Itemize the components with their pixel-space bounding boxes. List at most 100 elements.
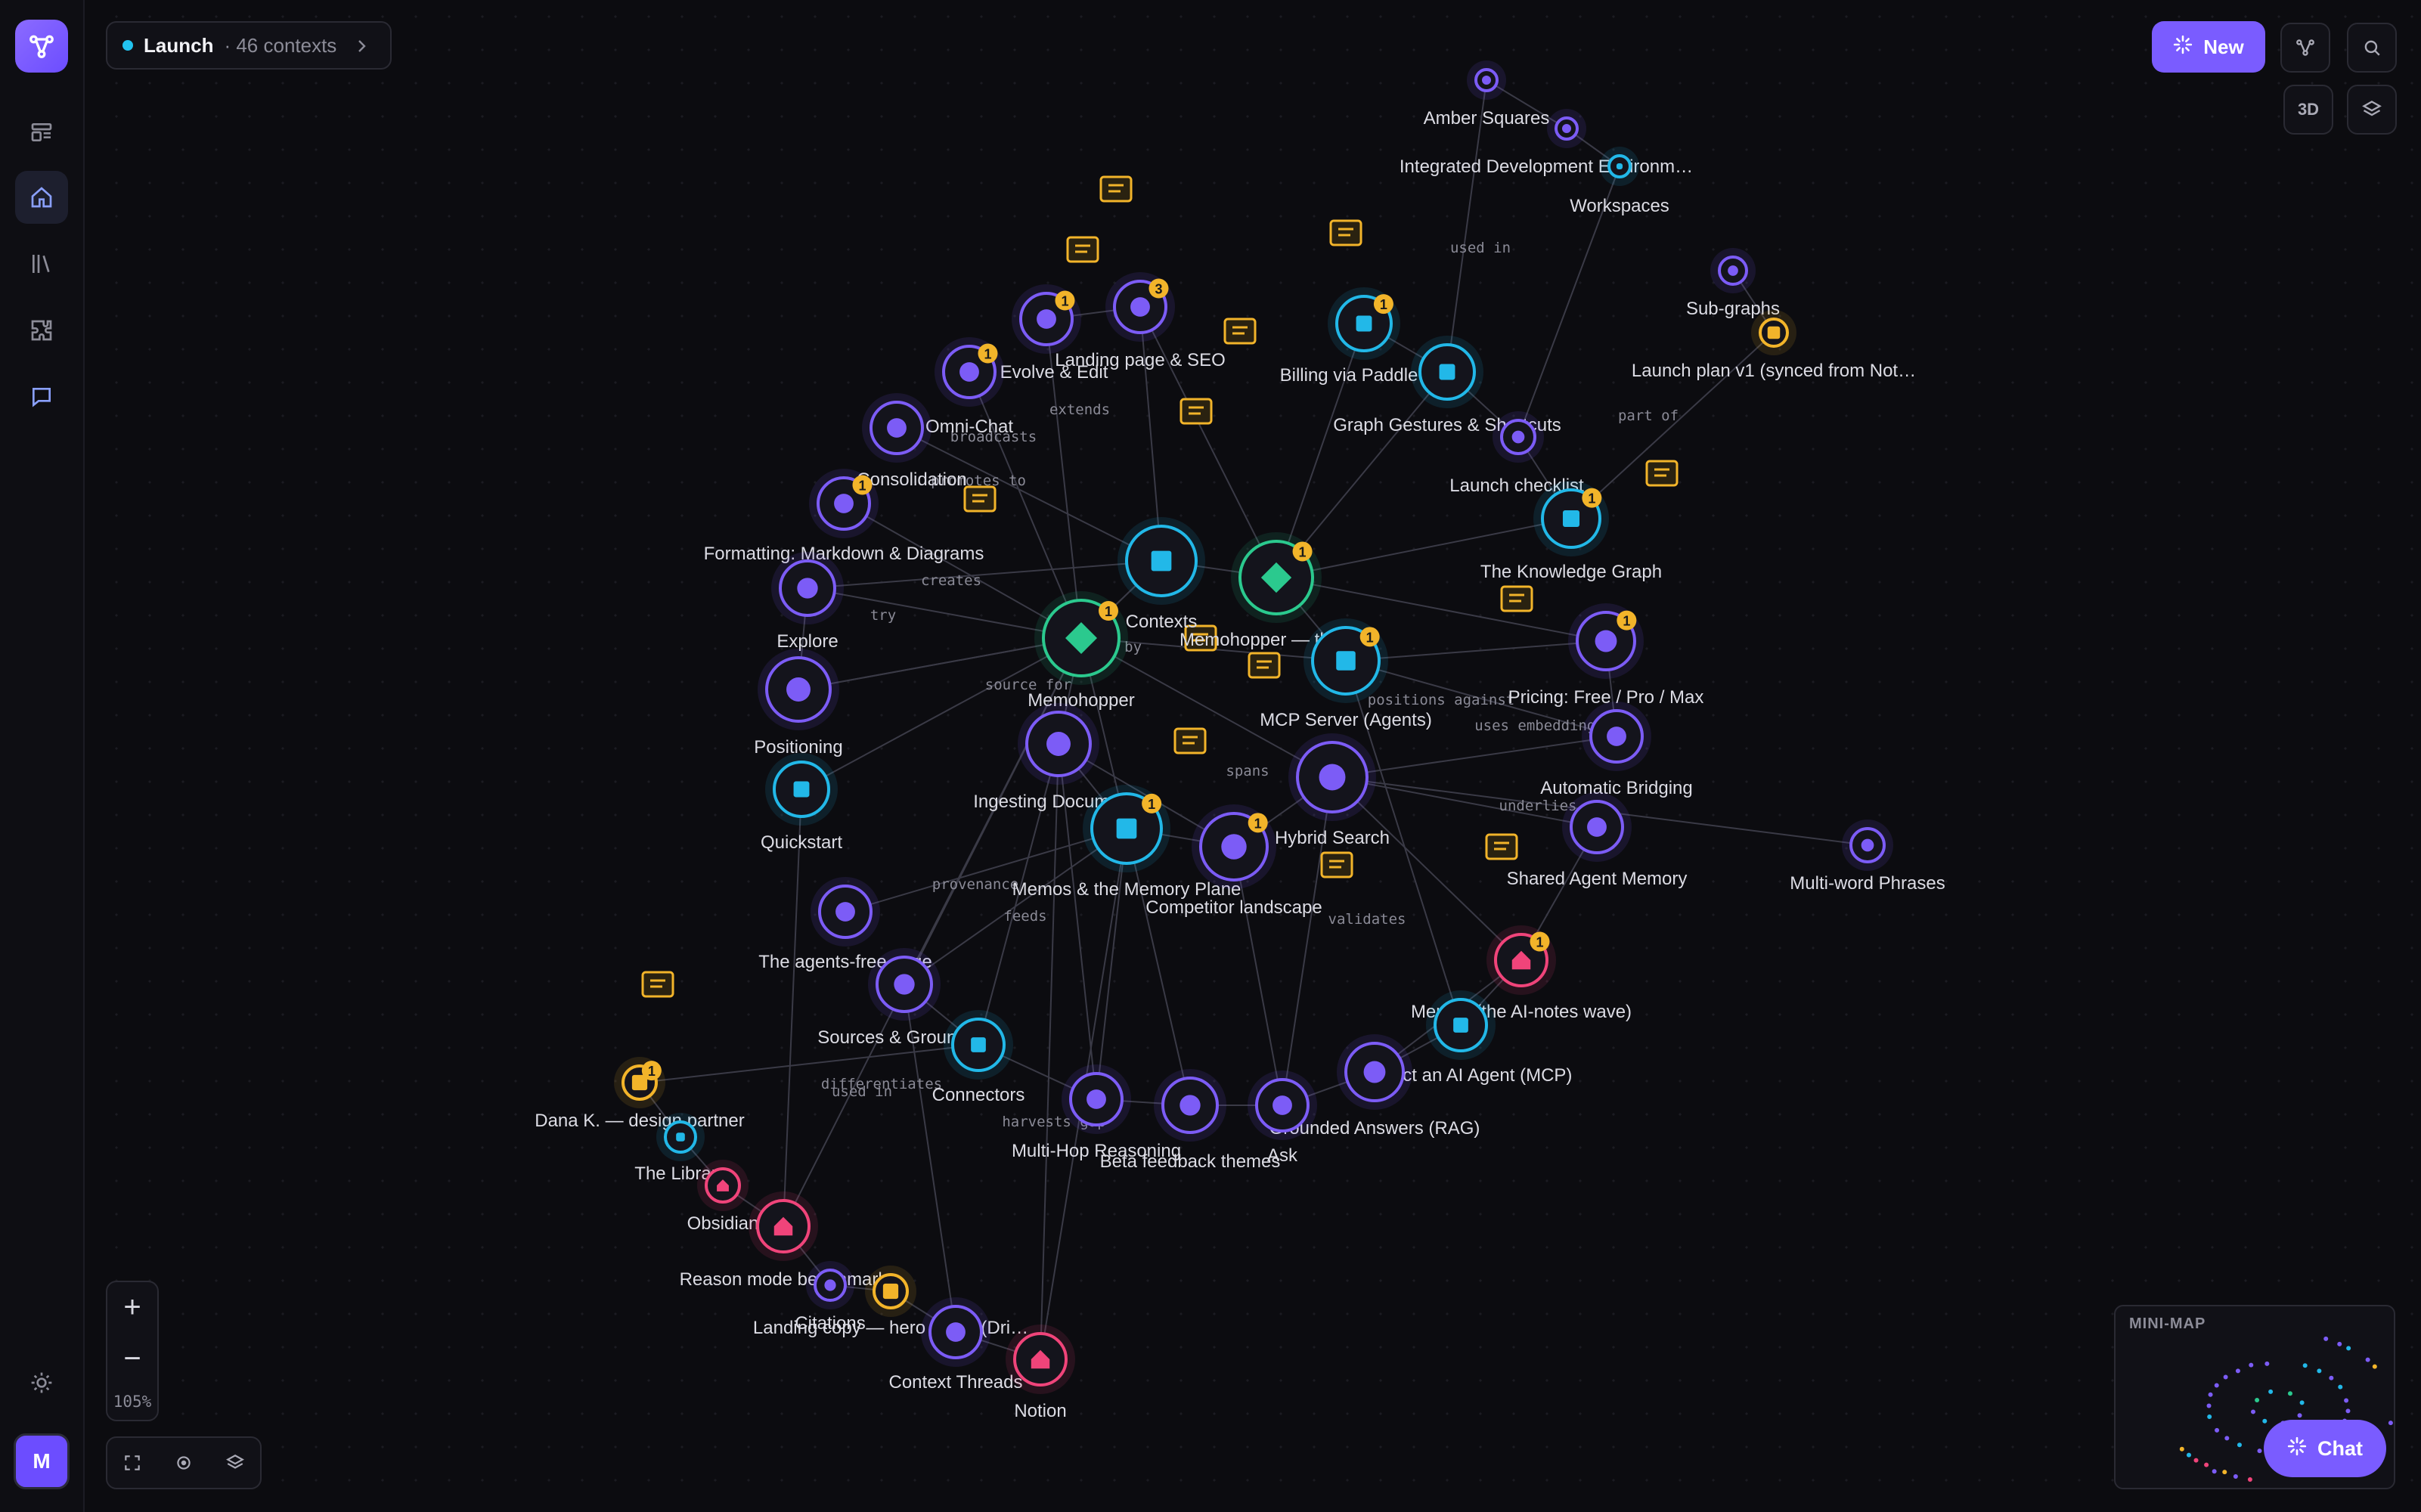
- mini-map-node: [2223, 1374, 2228, 1380]
- graph-node-threads[interactable]: Context Threads: [889, 1297, 1023, 1393]
- graph-node-automatic[interactable]: Automatic Bridging: [1540, 702, 1693, 798]
- graph-node-pricing[interactable]: 1Pricing: Free / Pro / Max: [1508, 603, 1704, 708]
- node-label: Quickstart: [761, 832, 842, 853]
- graph-node-connectors[interactable]: Connectors: [932, 1010, 1025, 1105]
- graph-node-subgraphs[interactable]: Sub-graphs: [1686, 248, 1780, 319]
- graph-node-positioning[interactable]: Positioning: [754, 649, 843, 758]
- mini-map-node: [2372, 1364, 2377, 1369]
- edge-label: part of: [1618, 407, 1679, 424]
- mini-map-node: [2287, 1391, 2292, 1396]
- mini-map-node: [2255, 1398, 2260, 1403]
- node-label: Contexts: [1126, 612, 1198, 632]
- zoom-out-button[interactable]: −: [107, 1334, 157, 1383]
- note-icon[interactable]: [1099, 175, 1133, 203]
- context-switcher[interactable]: Launch · 46 contexts: [106, 21, 392, 70]
- mini-map-node: [2249, 1362, 2254, 1368]
- badge-count: 1: [1105, 604, 1112, 619]
- graph-node-notion[interactable]: Notion: [1006, 1325, 1075, 1421]
- theme-toggle-icon[interactable]: [15, 1356, 68, 1409]
- edge-label: used in: [1450, 240, 1511, 256]
- badge-count: 1: [648, 1064, 656, 1079]
- chat-icon[interactable]: [15, 370, 68, 423]
- note-icon[interactable]: [641, 971, 674, 998]
- badge-count: 1: [1366, 630, 1374, 645]
- context-name: Launch: [144, 33, 214, 57]
- badge-count: 1: [1148, 797, 1155, 812]
- graph-node-billing[interactable]: 1 Billing via Paddle: [1280, 287, 1418, 386]
- badge-count: 1: [1588, 491, 1595, 507]
- mini-map-node: [2193, 1458, 2199, 1463]
- badge-count: 1: [1299, 544, 1307, 559]
- new-button[interactable]: New: [2152, 21, 2265, 73]
- recenter-icon[interactable]: [159, 1438, 209, 1488]
- app-logo-icon[interactable]: [15, 20, 68, 73]
- library-icon[interactable]: [15, 237, 68, 290]
- note-icon[interactable]: [1180, 398, 1213, 425]
- badge-count: 1: [1623, 614, 1630, 629]
- layout-icon[interactable]: [15, 106, 68, 159]
- note-icon[interactable]: [963, 485, 997, 513]
- edge-label: spans: [1226, 763, 1269, 779]
- mini-map-node: [2338, 1384, 2343, 1390]
- note-icon[interactable]: [1329, 219, 1362, 246]
- zoom-in-button[interactable]: +: [107, 1282, 157, 1332]
- node-label: Memos & the Memory Plane: [1012, 879, 1241, 900]
- knowledge-graph[interactable]: used inpart ofextendsbroadcastspromotes …: [0, 0, 2421, 1512]
- graph-node-evolve[interactable]: 1 Evolve & Edit: [1000, 284, 1108, 383]
- graph-node-quickstart[interactable]: Quickstart: [761, 753, 842, 853]
- search-icon[interactable]: [2347, 23, 2397, 73]
- note-icon[interactable]: [1223, 318, 1257, 345]
- chat-button-label: Chat: [2317, 1436, 2363, 1460]
- graph-node-contexts[interactable]: Contexts: [1118, 517, 1205, 632]
- edge-label: underlies: [1499, 798, 1577, 814]
- node-label: Dana K. — design partner: [535, 1111, 745, 1131]
- note-icon[interactable]: [1645, 460, 1679, 487]
- edge-label: creates: [921, 572, 981, 589]
- mini-map-node: [2237, 1442, 2242, 1448]
- note-icon[interactable]: [1248, 652, 1281, 679]
- node-label: Billing via Paddle: [1280, 365, 1418, 386]
- mini-map-node: [2299, 1400, 2305, 1405]
- graph-node-multiword[interactable]: Multi-word Phrases: [1790, 820, 1945, 894]
- note-icon[interactable]: [1320, 851, 1353, 878]
- graph-node-explore[interactable]: Explore: [771, 552, 844, 652]
- graph-node-dana[interactable]: 1 Dana K. — design partner: [535, 1057, 745, 1131]
- mini-map-node: [2251, 1409, 2255, 1414]
- mini-map-node: [2344, 1398, 2349, 1403]
- mini-map-node: [2214, 1383, 2219, 1388]
- zoom-level: 105%: [113, 1393, 152, 1411]
- fit-view-icon[interactable]: [107, 1438, 157, 1488]
- user-avatar[interactable]: M: [14, 1433, 70, 1489]
- mini-map-node: [2206, 1403, 2212, 1408]
- node-label: Amber Squares: [1424, 108, 1550, 129]
- badge-count: 1: [1254, 816, 1262, 831]
- graph-node-memohopper[interactable]: 1Memohopper: [1028, 591, 1135, 711]
- mini-map-node: [2317, 1368, 2322, 1374]
- note-icon[interactable]: [1173, 727, 1207, 754]
- node-label: MCP Server (Agents): [1260, 710, 1432, 730]
- graph-edge: [896, 427, 1162, 562]
- home-icon[interactable]: [15, 171, 68, 224]
- graph-node-competitor[interactable]: 1 Competitor landscape: [1145, 804, 1322, 918]
- node-label: Explore: [777, 631, 838, 652]
- mini-map-node: [2204, 1462, 2209, 1467]
- chat-button[interactable]: Chat: [2264, 1420, 2386, 1477]
- note-icon[interactable]: [1485, 833, 1518, 860]
- node-label: Notion: [1014, 1401, 1066, 1421]
- mini-map-node: [2224, 1436, 2230, 1441]
- view-3d-button[interactable]: 3D: [2283, 85, 2333, 135]
- badge-count: 3: [1155, 282, 1162, 297]
- graph-node-amber[interactable]: Amber Squares: [1424, 60, 1550, 129]
- graph-view-icon[interactable]: [2280, 23, 2330, 73]
- graph-node-omnichat[interactable]: 1 Omni-Chat: [925, 337, 1013, 437]
- puzzle-icon[interactable]: [15, 304, 68, 357]
- sparkle-icon: [2287, 1436, 2307, 1461]
- note-icon[interactable]: [1500, 585, 1533, 612]
- context-status-dot: [122, 40, 133, 51]
- layers-toggle-icon[interactable]: [210, 1438, 260, 1488]
- layers-icon[interactable]: [2347, 85, 2397, 135]
- note-icon[interactable]: [1066, 236, 1099, 263]
- graph-node-hybrid[interactable]: Hybrid Search: [1275, 733, 1390, 848]
- mini-map-node: [2388, 1421, 2393, 1426]
- graph-node-launchplan[interactable]: Launch plan v1 (synced from Not…: [1632, 310, 1916, 381]
